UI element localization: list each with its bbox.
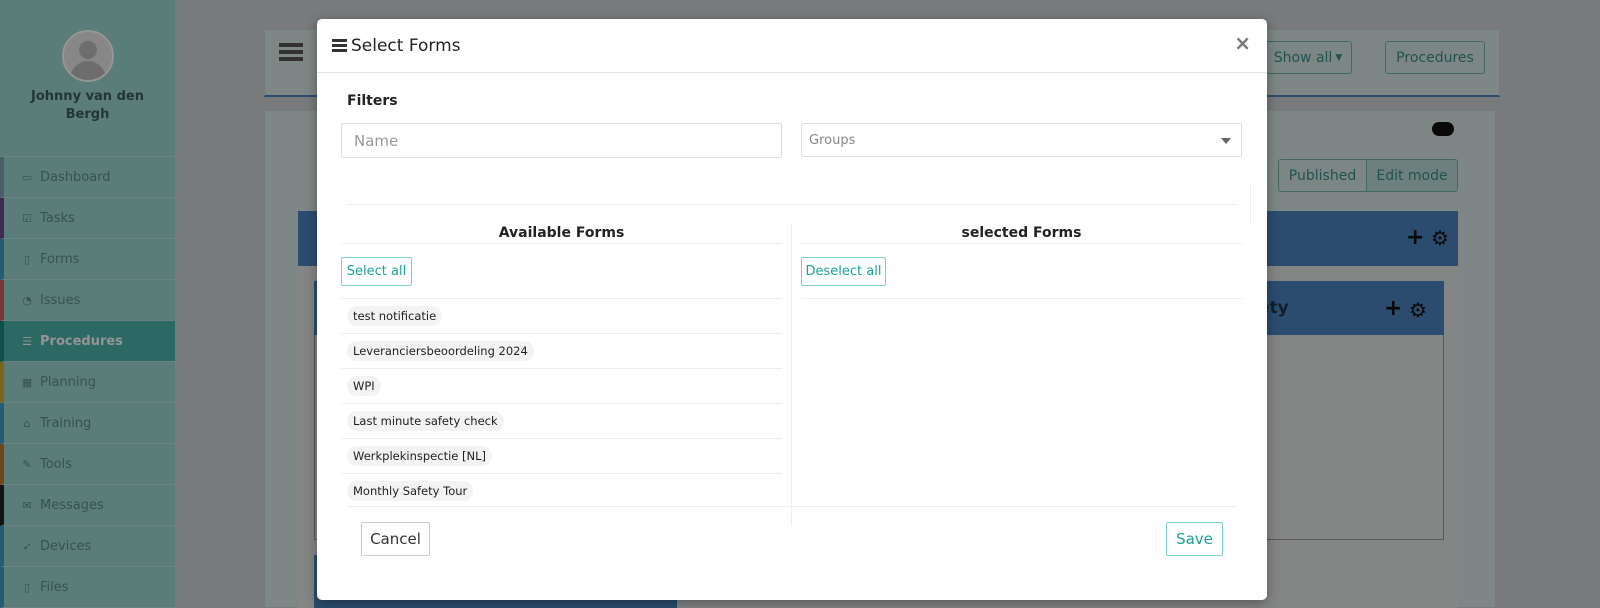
save-button[interactable]: Save — [1166, 522, 1223, 556]
name-filter-input[interactable] — [341, 123, 782, 158]
divider — [347, 506, 1237, 507]
cancel-button[interactable]: Cancel — [361, 522, 430, 556]
groups-filter-select[interactable]: Groups — [801, 123, 1242, 157]
groups-placeholder: Groups — [809, 132, 856, 148]
divider — [1250, 184, 1251, 224]
select-all-button[interactable]: Select all — [341, 257, 412, 286]
list-item[interactable]: Werkplekinspectie [NL] — [341, 438, 782, 473]
form-chip[interactable]: WPI — [347, 376, 381, 396]
list-icon — [332, 39, 347, 52]
form-chip[interactable]: Leveranciersbeoordeling 2024 — [347, 341, 534, 361]
list-item[interactable]: Last minute safety check — [341, 403, 782, 438]
selected-forms-title: selected Forms — [961, 225, 1082, 241]
filters-label: Filters — [347, 93, 398, 109]
form-chip[interactable]: Last minute safety check — [347, 411, 504, 431]
modal-header: Select Forms × — [317, 19, 1267, 73]
divider — [341, 243, 782, 244]
form-chip[interactable]: Monthly Safety Tour — [347, 481, 474, 501]
close-icon[interactable]: × — [1234, 33, 1251, 53]
available-forms-list: test notificatie Leveranciersbeoordeling … — [341, 298, 782, 508]
modal-title: Select Forms — [351, 35, 461, 56]
divider — [801, 243, 1242, 244]
deselect-all-button[interactable]: Deselect all — [801, 257, 886, 286]
caret-down-icon — [1221, 138, 1231, 144]
select-forms-modal: Select Forms × Filters Groups Available … — [317, 19, 1267, 600]
list-item[interactable]: WPI — [341, 368, 782, 403]
list-item[interactable]: Monthly Safety Tour — [341, 473, 782, 508]
form-chip[interactable]: test notificatie — [347, 306, 443, 326]
available-forms-title: Available Forms — [498, 225, 625, 241]
form-chip[interactable]: Werkplekinspectie [NL] — [347, 446, 492, 466]
column-separator — [791, 224, 792, 526]
list-item[interactable]: test notificatie — [341, 298, 782, 333]
divider — [801, 298, 1242, 299]
divider — [347, 204, 1237, 205]
list-item[interactable]: Leveranciersbeoordeling 2024 — [341, 333, 782, 368]
